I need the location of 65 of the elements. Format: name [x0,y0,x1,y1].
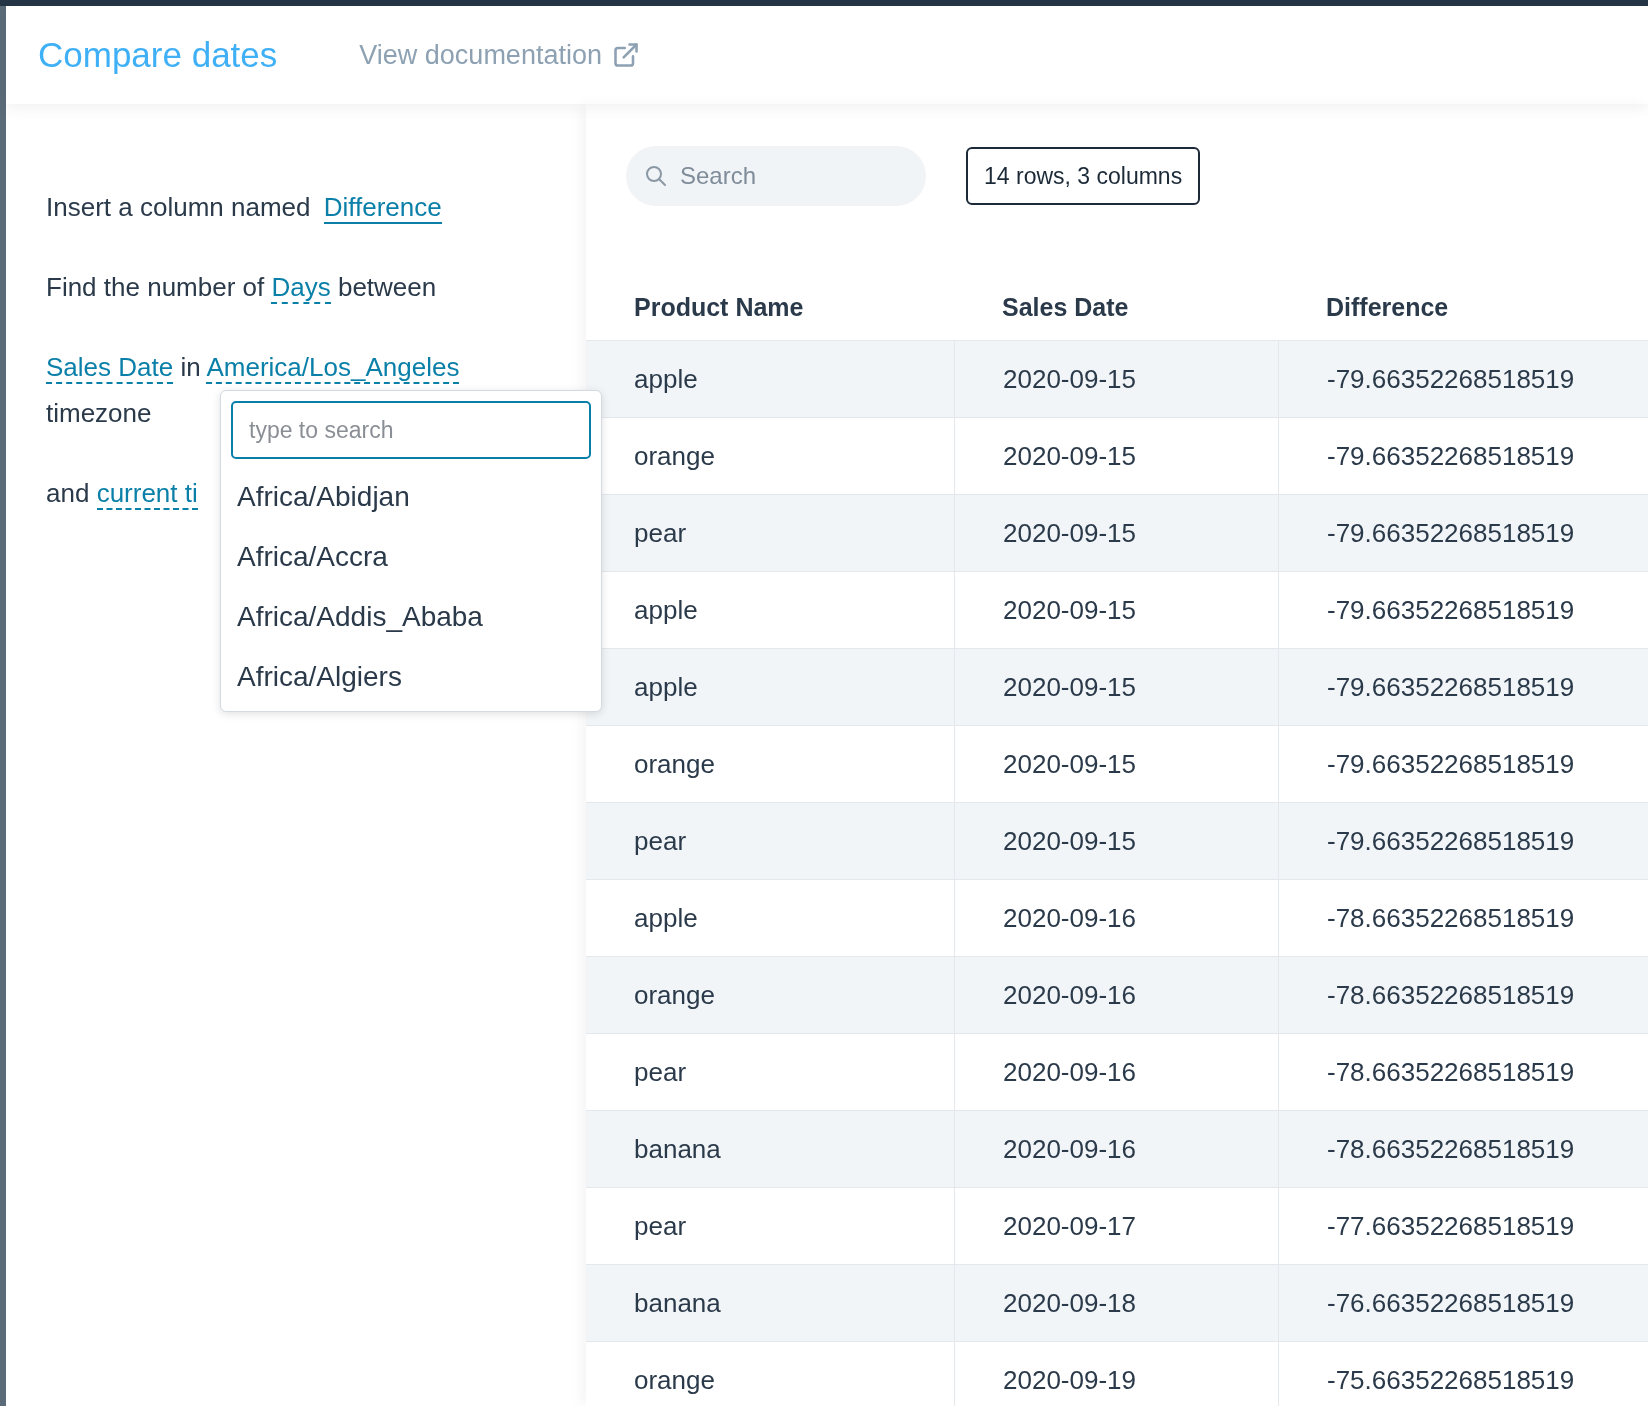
instruction-text: in [180,352,201,382]
table-cell: -79.66352268518519 [1278,649,1648,725]
option-link[interactable]: current ti [96,478,198,510]
table-cell: 2020-09-15 [954,726,1278,802]
table-cell: 2020-09-15 [954,495,1278,571]
table-cell-text: pear [633,1055,688,1089]
table-cell: -79.66352268518519 [1278,803,1648,879]
external-link-icon [611,41,640,69]
table-cell-text: apple [633,362,699,396]
table-cell: -78.66352268518519 [1278,1034,1648,1110]
table-summary-button[interactable]: 14 rows, 3 columns [966,147,1201,205]
table-cell: -75.66352268518519 [1278,1342,1648,1406]
table-cell-text: pear [633,824,688,858]
table-cell-text: orange [633,978,716,1012]
page-title: Compare dates [38,35,278,75]
instruction-text: and [46,478,90,508]
instruction-text: Insert a column named [46,192,311,222]
timezone-option[interactable]: Africa/Addis_Ababa [231,587,591,647]
column-name-field[interactable]: Difference [323,192,442,224]
table-cell: 2020-09-19 [954,1342,1278,1406]
instruction-text: timezone [46,398,152,428]
table-cell: -77.66352268518519 [1278,1188,1648,1264]
table-cell: 2020-09-15 [954,803,1278,879]
column-header[interactable]: Difference [1278,274,1648,340]
timezone-search-field[interactable]: type to search [231,401,591,459]
table-cell: 2020-09-15 [954,572,1278,648]
timezone-option[interactable]: Africa/Accra [231,527,591,587]
table-cell: -78.66352268518519 [1278,880,1648,956]
table-cell: -79.66352268518519 [1278,341,1648,417]
table-cell-text: apple [633,901,699,935]
option-link[interactable]: America/Los_Angeles [206,352,460,384]
table-cell-text: pear [633,516,688,550]
table-cell-text: banana [633,1286,722,1320]
table-cell-text: apple [633,670,699,704]
timezone-option[interactable]: Africa/Abidjan [231,467,591,527]
table-cell: -76.66352268518519 [1278,1265,1648,1341]
column-header[interactable]: Sales Date [954,274,1278,340]
instruction-text: Find the number of [46,272,265,302]
table-cell: -79.66352268518519 [1278,572,1648,648]
table-cell: 2020-09-18 [954,1265,1278,1341]
table-cell-text: orange [633,439,716,473]
table-cell-text: orange [633,747,716,781]
table-cell: 2020-09-16 [954,1034,1278,1110]
option-link[interactable]: Sales Date [46,352,174,384]
option-link[interactable]: Days [271,272,331,304]
table-cell: -78.66352268518519 [1278,1111,1648,1187]
table-cell: -79.66352268518519 [1278,418,1648,494]
table-cell-text: orange [633,1363,716,1397]
table-cell-text: banana [633,1132,722,1166]
search-field[interactable]: Search [626,146,926,206]
timezone-option[interactable]: Africa/Algiers [231,647,591,707]
table-cell: 2020-09-16 [954,880,1278,956]
table-cell: 2020-09-15 [954,418,1278,494]
table-cell: -79.66352268518519 [1278,495,1648,571]
table-cell: 2020-09-15 [954,341,1278,417]
table-cell: 2020-09-17 [954,1188,1278,1264]
table-cell: 2020-09-16 [954,1111,1278,1187]
instruction-text: between [337,272,437,302]
column-header[interactable]: Product Name [586,274,954,340]
table-cell: 2020-09-16 [954,957,1278,1033]
table-cell: -78.66352268518519 [1278,957,1648,1033]
table-cell-text: pear [633,1209,688,1243]
table-cell: 2020-09-15 [954,649,1278,725]
table-cell: -79.66352268518519 [1278,726,1648,802]
table-cell-text: apple [633,593,699,627]
